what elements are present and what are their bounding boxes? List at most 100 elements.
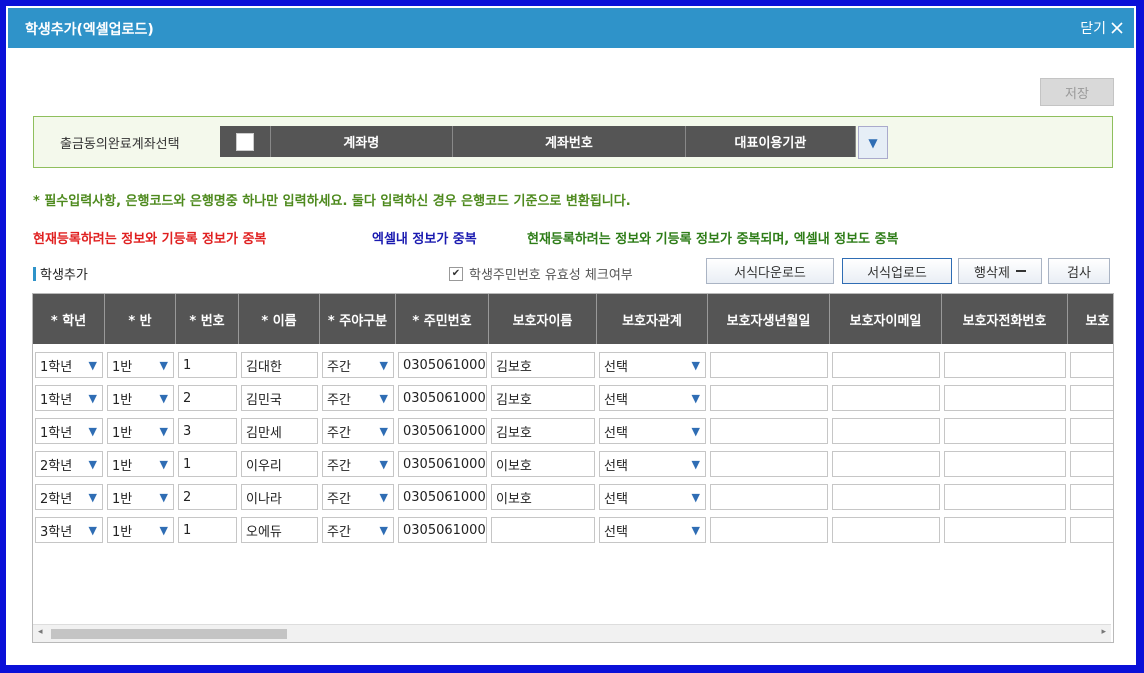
email-input[interactable] xyxy=(832,352,940,378)
number-input[interactable]: 3 xyxy=(178,418,237,444)
delete-row-button[interactable]: 행삭제 xyxy=(958,258,1042,284)
birth-input[interactable] xyxy=(710,418,828,444)
email-input[interactable] xyxy=(832,385,940,411)
relation-select[interactable]: 선택 ▼ xyxy=(599,451,706,477)
cell-email xyxy=(830,415,942,447)
relation-value: 선택 xyxy=(604,491,628,507)
horizontal-scrollbar[interactable]: ◂ ▸ xyxy=(33,624,1111,642)
name-input[interactable]: 오에듀 xyxy=(241,517,318,543)
number-input[interactable]: 1 xyxy=(178,517,237,543)
class-select[interactable]: 1반 ▼ xyxy=(107,352,174,378)
account-select-all-checkbox[interactable] xyxy=(235,132,254,151)
name-input[interactable]: 김민국 xyxy=(241,385,318,411)
shift-select[interactable]: 주간 ▼ xyxy=(322,418,394,444)
validity-checkbox[interactable]: ✔ xyxy=(449,266,463,281)
grade-select[interactable]: 1학년 ▼ xyxy=(35,352,103,378)
grade-select[interactable]: 1학년 ▼ xyxy=(35,418,103,444)
birth-input[interactable] xyxy=(710,451,828,477)
grade-select[interactable]: 2학년 ▼ xyxy=(35,451,103,477)
extra-input[interactable] xyxy=(1070,418,1113,444)
class-select[interactable]: 1반 ▼ xyxy=(107,451,174,477)
phone-input[interactable] xyxy=(944,451,1066,477)
rrn-input[interactable]: 03050610000 xyxy=(398,385,487,411)
guardian-input[interactable]: 이보호 xyxy=(491,484,595,510)
chevron-down-icon: ▼ xyxy=(88,457,97,471)
save-button[interactable]: 저장 xyxy=(1040,78,1114,106)
birth-input[interactable] xyxy=(710,352,828,378)
close-button[interactable]: 닫기 xyxy=(1080,18,1124,38)
relation-select[interactable]: 선택 ▼ xyxy=(599,385,706,411)
name-input[interactable]: 이나라 xyxy=(241,484,318,510)
email-input[interactable] xyxy=(832,484,940,510)
validity-check[interactable]: ✔ 학생주민번호 유효성 체크여부 xyxy=(449,264,633,283)
cell-phone xyxy=(942,382,1068,414)
scroll-left-icon[interactable]: ◂ xyxy=(38,627,43,637)
extra-input[interactable] xyxy=(1070,451,1113,477)
relation-select[interactable]: 선택 ▼ xyxy=(599,517,706,543)
birth-input[interactable] xyxy=(710,484,828,510)
cell-rrn: 03050610000 xyxy=(396,415,489,447)
name-input[interactable]: 이우리 xyxy=(241,451,318,477)
phone-input[interactable] xyxy=(944,517,1066,543)
email-input[interactable] xyxy=(832,517,940,543)
account-dropdown-toggle[interactable]: ▼ xyxy=(858,126,888,159)
number-input[interactable]: 2 xyxy=(178,385,237,411)
relation-select[interactable]: 선택 ▼ xyxy=(599,352,706,378)
scroll-thumb[interactable] xyxy=(51,629,287,639)
guardian-input[interactable] xyxy=(491,517,595,543)
email-input[interactable] xyxy=(832,451,940,477)
grade-select[interactable]: 1학년 ▼ xyxy=(35,385,103,411)
cell-name: 오에듀 xyxy=(239,514,320,546)
grade-select[interactable]: 3학년 ▼ xyxy=(35,517,103,543)
extra-input[interactable] xyxy=(1070,385,1113,411)
name-value: 오에듀 xyxy=(246,524,282,540)
name-input[interactable]: 김만세 xyxy=(241,418,318,444)
guardian-input[interactable]: 김보호 xyxy=(491,418,595,444)
rrn-input[interactable]: 03050610000 xyxy=(398,352,487,378)
phone-input[interactable] xyxy=(944,484,1066,510)
grid-col-guardian: 보호자이름 xyxy=(489,294,597,344)
download-form-button[interactable]: 서식다운로드 xyxy=(706,258,834,284)
phone-input[interactable] xyxy=(944,385,1066,411)
shift-select[interactable]: 주간 ▼ xyxy=(322,484,394,510)
shift-select[interactable]: 주간 ▼ xyxy=(322,517,394,543)
relation-select[interactable]: 선택 ▼ xyxy=(599,484,706,510)
shift-select[interactable]: 주간 ▼ xyxy=(322,451,394,477)
class-select[interactable]: 1반 ▼ xyxy=(107,418,174,444)
rrn-value: 03050610000 xyxy=(403,423,487,439)
upload-form-button[interactable]: 서식업로드 xyxy=(842,258,952,284)
email-input[interactable] xyxy=(832,418,940,444)
birth-input[interactable] xyxy=(710,385,828,411)
guardian-input[interactable]: 김보호 xyxy=(491,352,595,378)
number-input[interactable]: 1 xyxy=(178,451,237,477)
name-input[interactable]: 김대한 xyxy=(241,352,318,378)
phone-input[interactable] xyxy=(944,418,1066,444)
chevron-down-icon: ▼ xyxy=(88,358,97,372)
extra-input[interactable] xyxy=(1070,484,1113,510)
rrn-input[interactable]: 03050610000 xyxy=(398,451,487,477)
extra-input[interactable] xyxy=(1070,352,1113,378)
relation-value: 선택 xyxy=(604,359,628,375)
chevron-down-icon: ▼ xyxy=(88,490,97,504)
rrn-input[interactable]: 03050610000 xyxy=(398,418,487,444)
number-input[interactable]: 2 xyxy=(178,484,237,510)
shift-select[interactable]: 주간 ▼ xyxy=(322,352,394,378)
rrn-input[interactable]: 03050610000 xyxy=(398,517,487,543)
extra-input[interactable] xyxy=(1070,517,1113,543)
shift-select[interactable]: 주간 ▼ xyxy=(322,385,394,411)
birth-input[interactable] xyxy=(710,517,828,543)
phone-input[interactable] xyxy=(944,352,1066,378)
class-select[interactable]: 1반 ▼ xyxy=(107,385,174,411)
scroll-right-icon[interactable]: ▸ xyxy=(1101,627,1106,637)
number-input[interactable]: 1 xyxy=(178,352,237,378)
inspect-button[interactable]: 검사 xyxy=(1048,258,1110,284)
rrn-input[interactable]: 03050610000 xyxy=(398,484,487,510)
table-row: 1학년 ▼ 1반 ▼ 3 김만세 주간 ▼ 03050610000 김보호 선택 ▼ xyxy=(33,415,1113,447)
guardian-input[interactable]: 김보호 xyxy=(491,385,595,411)
class-select[interactable]: 1반 ▼ xyxy=(107,484,174,510)
guardian-input[interactable]: 이보호 xyxy=(491,451,595,477)
grade-select[interactable]: 2학년 ▼ xyxy=(35,484,103,510)
class-select[interactable]: 1반 ▼ xyxy=(107,517,174,543)
relation-select[interactable]: 선택 ▼ xyxy=(599,418,706,444)
cell-phone xyxy=(942,349,1068,381)
